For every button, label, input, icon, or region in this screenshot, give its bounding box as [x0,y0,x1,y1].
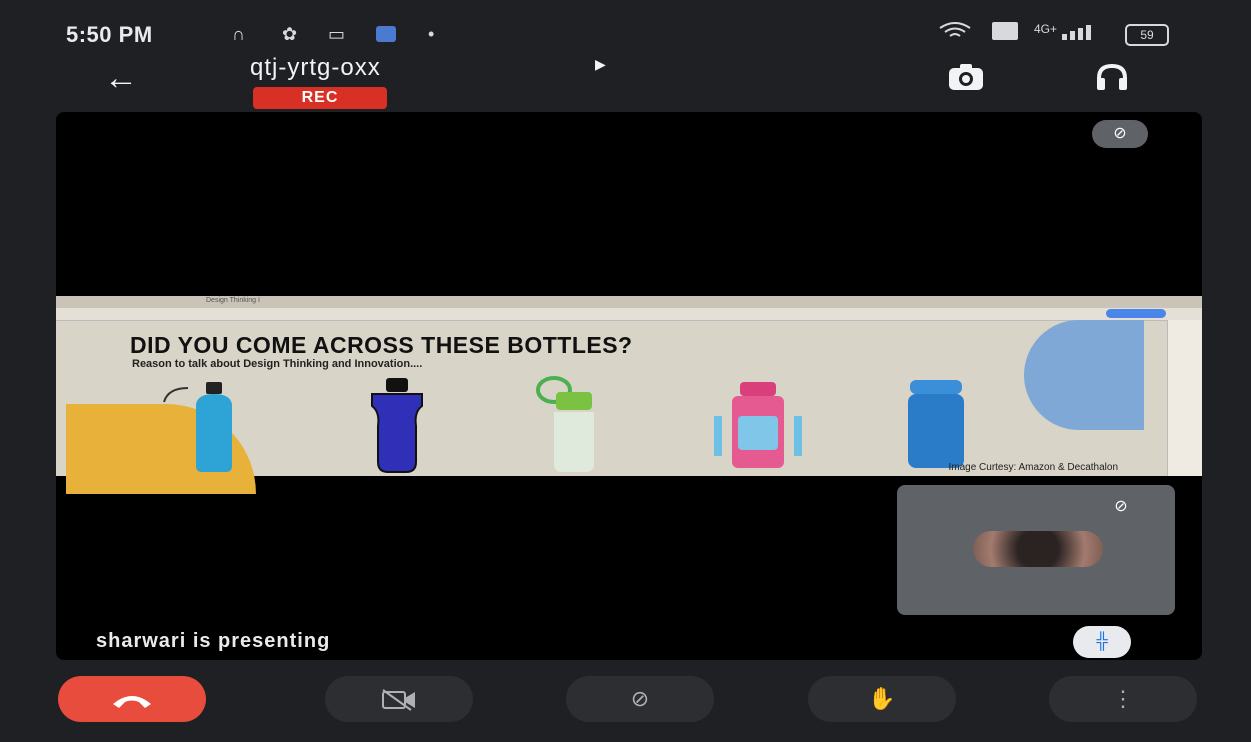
presentation-stage: ⊘ Design Thinking I DID YOU COME ACROSS … [56,112,1202,660]
volte-icon [992,22,1018,40]
camera-off-icon [382,689,415,712]
signal-text: 4G+ [1034,22,1058,36]
bottle-image-4 [714,382,802,468]
camera-switch-icon [949,64,983,90]
mic-off-icon: ⊘ [630,686,650,711]
headphones-icon [1097,63,1127,90]
raise-hand-button[interactable]: ✋ [808,676,956,722]
mic-off-icon: ⊘ [1113,125,1127,142]
self-muted-indicator: ⊘ [1093,493,1149,521]
bottle-image-5 [908,380,964,468]
presenter-muted-indicator: ⊘ [1092,120,1148,148]
camera-toggle-button[interactable] [325,676,473,722]
signal-icon [1060,22,1104,45]
share-button [1106,309,1166,318]
presenting-label: sharwari is presenting [96,630,331,652]
slide-credit: Image Curtesy: Amazon & Decathalon [948,462,1118,473]
audio-output-button[interactable] [1092,62,1132,96]
avatar [973,531,1103,567]
chevron-right-icon[interactable]: ▶ [595,56,606,73]
battery-icon: 59 [1125,24,1169,46]
arrow-left-icon: ← [104,59,138,97]
battery-level: 59 [1140,28,1154,42]
mic-off-icon: ⊘ [1114,498,1128,515]
camera-switch-button[interactable] [946,62,986,96]
self-view-tile[interactable]: ⊘ [897,485,1175,615]
dot-icon: • [428,24,435,44]
phone-hangup-icon [113,696,151,709]
raise-hand-icon: ✋ [868,686,896,711]
cast-icon: ▭ [328,24,346,44]
headphones-icon: ∩ [232,24,245,44]
slide-app-tabs: Design Thinking I [56,296,1202,308]
slide-tab-label: Design Thinking I [206,297,260,304]
slide-subtitle: Reason to talk about Design Thinking and… [132,358,423,370]
bottle-image-1 [163,382,232,472]
slide-toolbar [56,308,1202,321]
recording-badge: REC [253,87,387,109]
decorative-shape [1024,320,1144,430]
more-options-button[interactable]: ⋮ [1049,676,1197,722]
app-icon [376,26,396,42]
more-vertical-icon: ⋮ [1112,686,1134,711]
slide-title: DID YOU COME ACROSS THESE BOTTLES? [130,332,633,358]
settings-icon: ✿ [282,24,298,44]
meeting-code[interactable]: qtj-yrtg-oxx [250,54,381,82]
back-button[interactable]: ← [104,61,148,95]
bottle-image-2 [371,378,423,473]
status-bar: 5:50 PM ∩ ✿ ▭ • 4G+ 59 [0,0,1251,60]
fullscreen-button[interactable]: ╬ [1073,626,1131,658]
end-call-button[interactable] [58,676,206,722]
slide-sidebar [1167,320,1202,476]
mic-toggle-button[interactable]: ⊘ [566,676,714,722]
shared-slide: Design Thinking I DID YOU COME ACROSS TH… [56,296,1202,494]
wifi-icon [938,22,972,45]
status-time: 5:50 PM [66,22,153,47]
fullscreen-exit-icon: ╬ [1096,633,1108,650]
bottle-image-3 [536,376,594,472]
